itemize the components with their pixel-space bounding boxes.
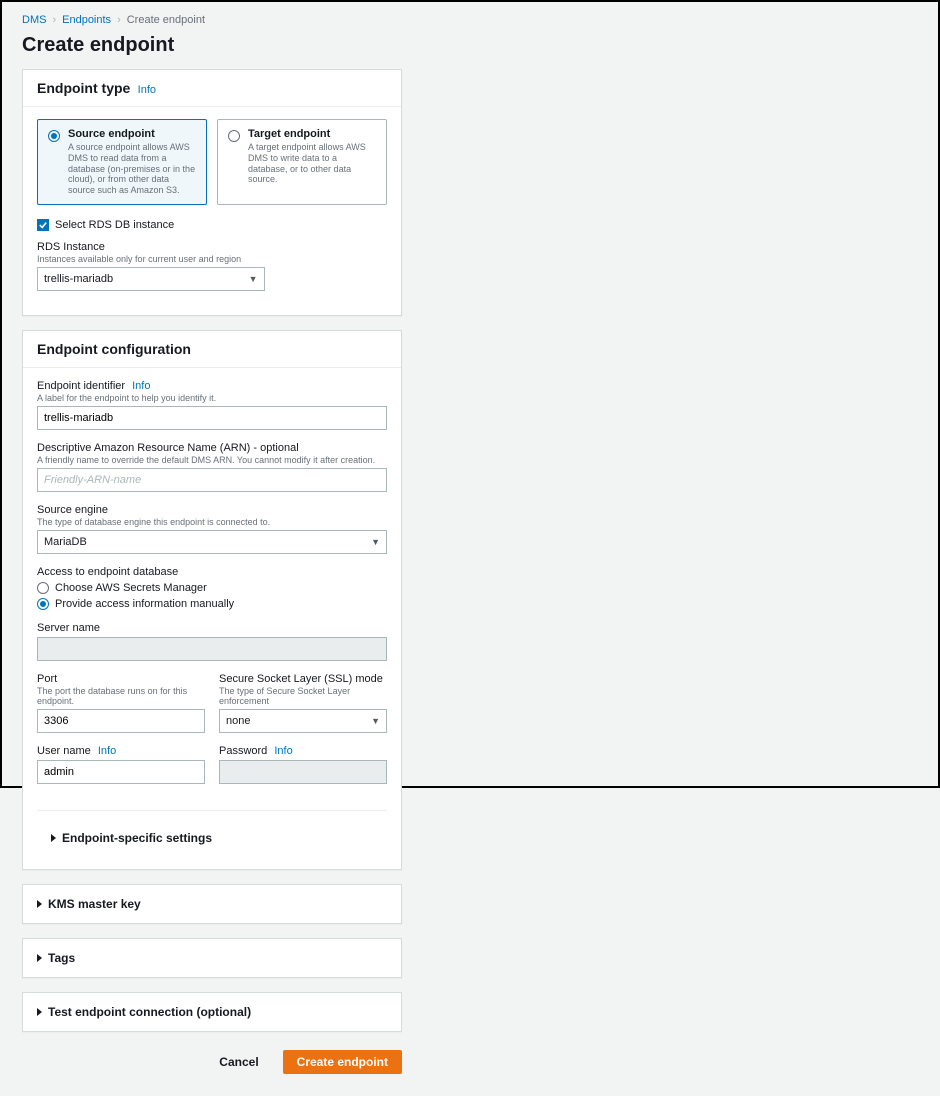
info-link[interactable]: Info xyxy=(274,745,292,757)
engine-label: Source engine xyxy=(37,504,387,516)
password-input[interactable] xyxy=(219,760,387,784)
rds-instance-value: trellis-mariadb xyxy=(44,273,113,285)
engine-select[interactable]: MariaDB ▼ xyxy=(37,530,387,554)
engine-hint: The type of database engine this endpoin… xyxy=(37,517,387,527)
arn-hint: A friendly name to override the default … xyxy=(37,455,387,465)
user-input[interactable] xyxy=(37,760,205,784)
access-label: Access to endpoint database xyxy=(37,566,387,578)
caret-right-icon xyxy=(37,1008,42,1016)
password-label: Password xyxy=(219,745,267,757)
breadcrumb-endpoints[interactable]: Endpoints xyxy=(62,14,111,26)
target-endpoint-desc: A target endpoint allows AWS DMS to writ… xyxy=(248,142,376,185)
target-endpoint-card[interactable]: Target endpoint A target endpoint allows… xyxy=(217,119,387,205)
tags-label: Tags xyxy=(48,951,75,965)
access-secrets-radio[interactable]: Choose AWS Secrets Manager xyxy=(37,582,387,594)
rds-instance-select[interactable]: trellis-mariadb ▼ xyxy=(37,267,265,291)
access-manual-label: Provide access information manually xyxy=(55,598,234,610)
server-label: Server name xyxy=(37,622,387,634)
select-rds-label: Select RDS DB instance xyxy=(55,219,174,231)
access-secrets-label: Choose AWS Secrets Manager xyxy=(55,582,207,594)
kms-expander[interactable]: KMS master key xyxy=(23,885,401,923)
radio-icon xyxy=(37,598,49,610)
cancel-button[interactable]: Cancel xyxy=(205,1050,272,1074)
ssl-hint: The type of Secure Socket Layer enforcem… xyxy=(219,686,387,706)
endpoint-config-heading: Endpoint configuration xyxy=(37,341,191,357)
check-icon xyxy=(39,221,47,229)
kms-label: KMS master key xyxy=(48,897,141,911)
user-label: User name xyxy=(37,745,91,757)
chevron-down-icon: ▼ xyxy=(371,716,380,726)
port-label: Port xyxy=(37,673,205,685)
chevron-right-icon: › xyxy=(52,14,56,26)
port-hint: The port the database runs on for this e… xyxy=(37,686,205,706)
caret-right-icon xyxy=(51,834,56,842)
info-link[interactable]: Info xyxy=(138,84,156,96)
tags-panel: Tags xyxy=(22,938,402,978)
identifier-input[interactable] xyxy=(37,406,387,430)
identifier-hint: A label for the endpoint to help you ide… xyxy=(37,393,387,403)
source-endpoint-title: Source endpoint xyxy=(68,128,196,140)
ssl-value: none xyxy=(226,715,250,727)
kms-panel: KMS master key xyxy=(22,884,402,924)
caret-right-icon xyxy=(37,900,42,908)
tags-expander[interactable]: Tags xyxy=(23,939,401,977)
endpoint-config-panel: Endpoint configuration Endpoint identifi… xyxy=(22,330,402,870)
identifier-label: Endpoint identifier xyxy=(37,380,125,392)
rds-instance-label: RDS Instance xyxy=(37,241,387,253)
rds-instance-hint: Instances available only for current use… xyxy=(37,254,387,264)
chevron-right-icon: › xyxy=(117,14,121,26)
caret-right-icon xyxy=(37,954,42,962)
engine-value: MariaDB xyxy=(44,536,87,548)
endpoint-specific-expander[interactable]: Endpoint-specific settings xyxy=(37,819,387,857)
chevron-down-icon: ▼ xyxy=(249,274,258,284)
test-connection-expander[interactable]: Test endpoint connection (optional) xyxy=(23,993,401,1031)
radio-icon xyxy=(48,130,60,142)
target-endpoint-title: Target endpoint xyxy=(248,128,376,140)
breadcrumb: DMS › Endpoints › Create endpoint xyxy=(22,14,402,26)
breadcrumb-dms[interactable]: DMS xyxy=(22,14,46,26)
server-input[interactable] xyxy=(37,637,387,661)
test-connection-label: Test endpoint connection (optional) xyxy=(48,1005,251,1019)
ssl-select[interactable]: none ▼ xyxy=(219,709,387,733)
ssl-label: Secure Socket Layer (SSL) mode xyxy=(219,673,387,685)
source-endpoint-desc: A source endpoint allows AWS DMS to read… xyxy=(68,142,196,196)
source-endpoint-card[interactable]: Source endpoint A source endpoint allows… xyxy=(37,119,207,205)
info-link[interactable]: Info xyxy=(98,745,116,757)
access-manual-radio[interactable]: Provide access information manually xyxy=(37,598,387,610)
port-input[interactable] xyxy=(37,709,205,733)
endpoint-specific-label: Endpoint-specific settings xyxy=(62,831,212,845)
form-actions: Cancel Create endpoint xyxy=(22,1046,402,1084)
arn-input[interactable] xyxy=(37,468,387,492)
test-connection-panel: Test endpoint connection (optional) xyxy=(22,992,402,1032)
chevron-down-icon: ▼ xyxy=(371,537,380,547)
page-title: Create endpoint xyxy=(22,34,402,57)
create-endpoint-button[interactable]: Create endpoint xyxy=(283,1050,402,1074)
breadcrumb-current: Create endpoint xyxy=(127,14,205,26)
endpoint-type-heading: Endpoint type xyxy=(37,80,130,96)
select-rds-checkbox[interactable] xyxy=(37,219,49,231)
arn-label: Descriptive Amazon Resource Name (ARN) -… xyxy=(37,442,387,454)
info-link[interactable]: Info xyxy=(132,380,150,392)
radio-icon xyxy=(37,582,49,594)
radio-icon xyxy=(228,130,240,142)
endpoint-type-panel: Endpoint type Info Source endpoint A sou… xyxy=(22,69,402,316)
